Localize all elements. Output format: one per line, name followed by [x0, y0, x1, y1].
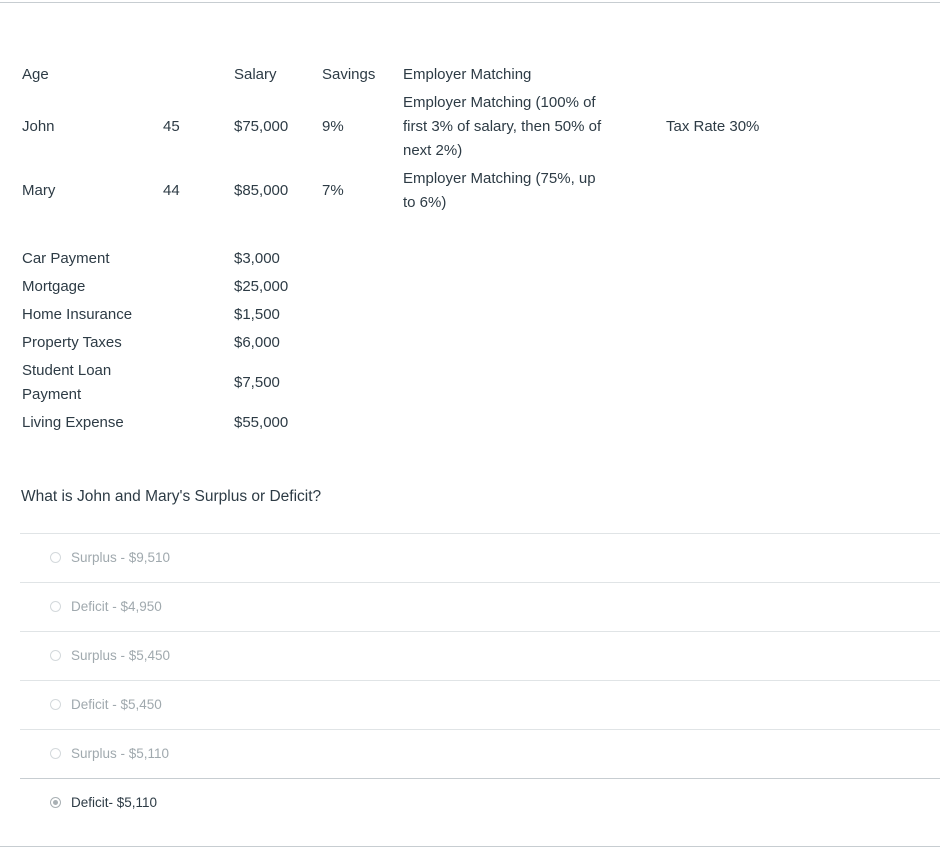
- tax-rate: Tax Rate 30%: [666, 118, 760, 135]
- answer-option[interactable]: Deficit - $5,450: [20, 680, 940, 729]
- expense-label-living-expense: Living Expense: [22, 414, 124, 431]
- john-employer-matching: Employer Matching (100% of first 3% of s…: [403, 94, 602, 159]
- john-name: John: [22, 118, 55, 135]
- radio-button[interactable]: [50, 650, 61, 661]
- header-age: Age: [22, 66, 49, 83]
- mary-age: 44: [163, 182, 180, 199]
- answer-label: Deficit - $4,950: [71, 599, 162, 614]
- question-text: What is John and Mary's Surplus or Defic…: [21, 488, 322, 505]
- answer-option[interactable]: Surplus - $9,510: [20, 533, 940, 582]
- answer-label: Deficit- $5,110: [71, 795, 158, 810]
- radio-button[interactable]: [50, 552, 61, 563]
- expense-label-property-taxes: Property Taxes: [22, 334, 122, 351]
- radio-button-selected[interactable]: [50, 797, 61, 808]
- john-savings: 9%: [322, 118, 344, 135]
- header-employer-matching: Employer Matching: [403, 66, 532, 83]
- answer-label: Surplus - $5,450: [71, 648, 171, 663]
- expense-amount-student-loan: $7,500: [234, 374, 280, 391]
- john-salary: $75,000: [234, 118, 289, 135]
- expense-amount-mortgage: $25,000: [234, 278, 289, 295]
- mary-employer-matching: Employer Matching (75%, up to 6%): [403, 170, 596, 211]
- expense-label-home-insurance: Home Insurance: [22, 306, 133, 323]
- mary-savings: 7%: [322, 182, 344, 199]
- answer-option-selected[interactable]: Deficit- $5,110: [20, 778, 940, 827]
- top-divider: [0, 2, 940, 3]
- expense-amount-car-payment: $3,000: [234, 250, 280, 267]
- answer-option[interactable]: Surplus - $5,110: [20, 729, 940, 778]
- answer-list: Surplus - $9,510 Deficit - $4,950 Surplu…: [20, 533, 940, 827]
- radio-button[interactable]: [50, 699, 61, 710]
- header-salary: Salary: [234, 66, 277, 83]
- header-savings: Savings: [322, 66, 376, 83]
- bottom-divider: [0, 846, 940, 847]
- john-age: 45: [163, 118, 180, 135]
- expense-label-mortgage: Mortgage: [22, 278, 86, 295]
- expense-amount-living-expense: $55,000: [234, 414, 289, 431]
- expense-label-car-payment: Car Payment: [22, 250, 110, 267]
- mary-salary: $85,000: [234, 182, 289, 199]
- answer-option[interactable]: Surplus - $5,450: [20, 631, 940, 680]
- answer-label: Deficit - $5,450: [71, 697, 162, 712]
- radio-button[interactable]: [50, 748, 61, 759]
- expense-amount-home-insurance: $1,500: [234, 306, 280, 323]
- expense-amount-property-taxes: $6,000: [234, 334, 280, 351]
- answer-label: Surplus - $9,510: [71, 550, 171, 565]
- mary-name: Mary: [22, 182, 56, 199]
- radio-button[interactable]: [50, 601, 61, 612]
- expense-label-student-loan: Student Loan Payment: [22, 362, 112, 403]
- answer-label: Surplus - $5,110: [71, 746, 170, 761]
- answer-option[interactable]: Deficit - $4,950: [20, 582, 940, 631]
